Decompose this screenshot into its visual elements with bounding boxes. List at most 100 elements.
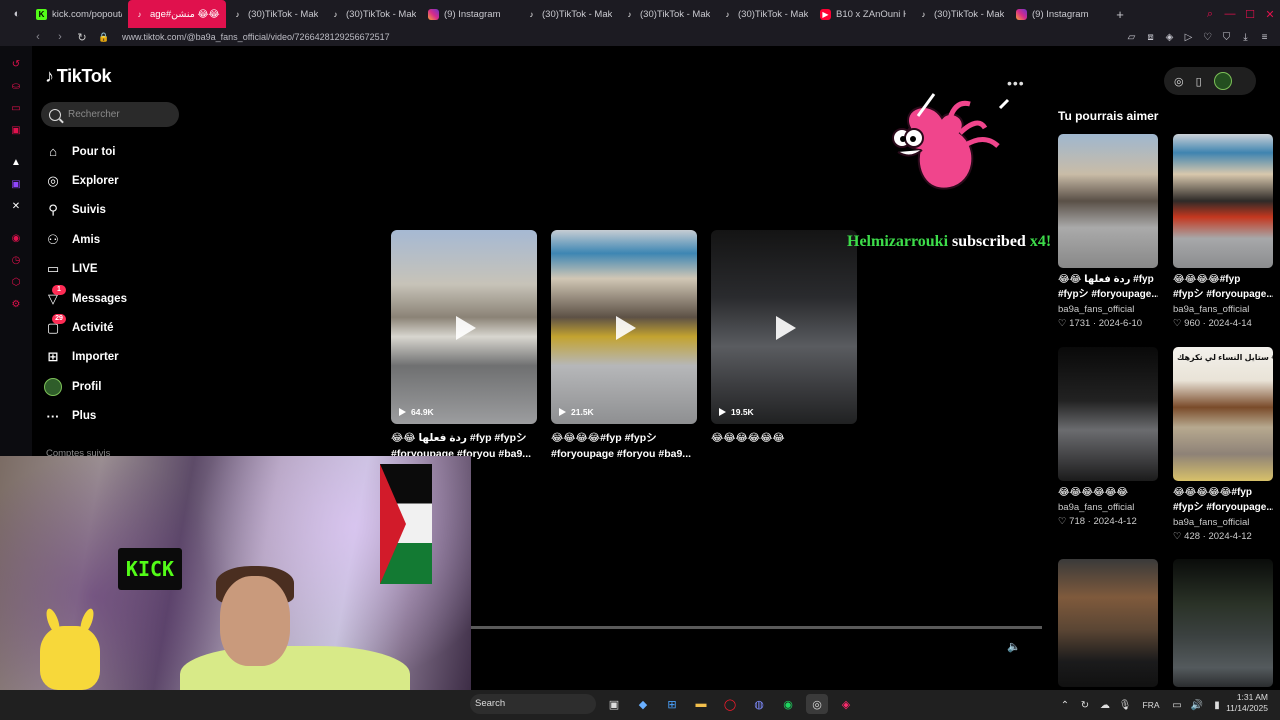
recommend-author[interactable]: ba9a_fans_official (1058, 303, 1158, 317)
display-icon[interactable]: ▭ (1167, 700, 1187, 711)
messenger-icon[interactable]: ▭ (9, 102, 23, 116)
tab-tiktok[interactable]: ♪ (30)TikTok - Make (324, 0, 422, 28)
tab-tiktok[interactable]: ♪ (30)TikTok - Make (618, 0, 716, 28)
device-icon[interactable]: ▯ (1196, 75, 1202, 88)
tab-kick[interactable]: Kkick.com/popout/ (30, 0, 128, 28)
wallet-icon[interactable]: ⛉ (1217, 32, 1236, 43)
recommend-card[interactable]: 😂😂😂😂#fyp #fypシ #foryoupage... ba9a_fans_… (1173, 134, 1273, 330)
nav-item-profile[interactable]: Profil (44, 372, 184, 401)
sync-icon[interactable]: ↻ (1075, 700, 1095, 711)
explorer-icon[interactable]: ▬ (690, 694, 712, 714)
spotify-icon[interactable]: ◉ (777, 694, 799, 714)
tab-instagram[interactable]: (9) Instagram (1010, 0, 1108, 28)
tiktok-logo[interactable]: ♪ TikTok (45, 66, 112, 87)
back-icon[interactable]: ‹ (30, 31, 46, 43)
recommend-author[interactable]: ba9a_fans_official (1173, 303, 1273, 317)
tab-instagram[interactable]: (9) Instagram (422, 0, 520, 28)
video-progress-bar[interactable] (471, 626, 1042, 629)
recommend-thumbnail[interactable] (1058, 559, 1158, 687)
forward-icon[interactable]: › (52, 31, 68, 43)
tab-active-tiktok[interactable]: ♪ age#منشن 😂😂😂😂 (128, 0, 226, 28)
store-icon[interactable]: ⊞ (661, 694, 683, 714)
mic-icon[interactable]: 🎙 (1115, 700, 1135, 711)
volume-icon[interactable]: 🔈 (1007, 640, 1021, 653)
nav-item-upload[interactable]: ⊞ Importer (44, 343, 184, 372)
taskbar-search[interactable]: Search (470, 694, 596, 714)
tab-tiktok[interactable]: ♪ (30)TikTok - Make (716, 0, 814, 28)
avatar[interactable] (1213, 72, 1232, 90)
video-caption[interactable]: 😂😂😂😂#fyp #fypシ #foryoupage #foryou #ba9.… (551, 430, 699, 462)
video-thumbnail[interactable]: 19.5K (711, 230, 857, 424)
tab-youtube[interactable]: ▶ B10 x ZAnOuni H (814, 0, 912, 28)
twitch-icon[interactable]: ▣ (9, 178, 23, 192)
clock-icon[interactable]: ◷ (9, 254, 23, 268)
play-icon[interactable] (776, 316, 796, 340)
player-circle-icon[interactable]: ◉ (9, 232, 23, 246)
tab-tiktok[interactable]: ♪ (30)TikTok - Make (520, 0, 618, 28)
aria-icon[interactable]: ▲ (9, 156, 23, 170)
obs-icon[interactable]: ◎ (806, 694, 828, 714)
speaker-icon[interactable]: 🔊 (1187, 700, 1207, 711)
compass-icon[interactable]: ◎ (1174, 75, 1184, 88)
nav-label: Explorer (72, 175, 119, 188)
cloud-icon[interactable]: ☁ (1095, 700, 1115, 711)
recommend-thumbnail[interactable]: ستايل النساء لي نكرهك 😂😂😂 (1173, 347, 1273, 481)
easy-setup-icon[interactable]: ≡ (1255, 32, 1274, 43)
nav-item-friends[interactable]: ⚇ Amis (44, 225, 184, 254)
new-tab-button[interactable]: + (1108, 0, 1132, 28)
heart-icon[interactable]: ♡ (1198, 32, 1217, 43)
recommend-thumbnail[interactable] (1058, 134, 1158, 268)
news-icon[interactable]: ▣ (9, 124, 23, 138)
close-icon[interactable]: ✕ (1260, 8, 1280, 21)
recommend-thumbnail[interactable] (1173, 559, 1273, 687)
maximize-icon[interactable]: ☐ (1240, 8, 1260, 21)
bag-icon[interactable]: ⛀ (9, 80, 23, 94)
recommend-card[interactable]: 😂😂😂😂😂😂 ba9a_fans_official ♡ 718 · 2024-4… (1058, 347, 1158, 528)
tab-tiktok[interactable]: ♪ (30)TikTok - Make (226, 0, 324, 28)
app-icon[interactable]: ◈ (835, 694, 857, 714)
recommend-card[interactable]: ستايل النساء لي نكرهك 😂😂😂 😂😂😂😂😂#fyp #fyp… (1173, 347, 1273, 543)
search-tabs-icon[interactable]: ⌕ (1200, 8, 1220, 21)
download-icon[interactable]: ⤓ (1236, 32, 1255, 43)
recommend-card[interactable]: 😂😂 ردة فعلها #fyp #fypシ #foryoupage... b… (1058, 134, 1158, 330)
copilot-icon[interactable]: ◆ (632, 694, 654, 714)
reload-icon[interactable]: ↻ (74, 31, 90, 44)
settings-icon[interactable]: ⚙ (9, 298, 23, 312)
video-thumbnail[interactable]: 21.5K (551, 230, 697, 424)
recommend-card[interactable] (1058, 559, 1158, 687)
task-view-icon[interactable]: ▣ (603, 694, 625, 714)
history-icon[interactable]: ↺ (9, 58, 23, 72)
video-caption[interactable]: 😂😂😂😂😂😂 (711, 430, 861, 446)
discord-icon[interactable]: ◍ (748, 694, 770, 714)
opera-icon[interactable]: ◯ (719, 694, 741, 714)
recommend-author[interactable]: ba9a_fans_official (1058, 501, 1158, 515)
video-thumbnail[interactable]: 64.9K (391, 230, 537, 424)
search-input[interactable]: Rechercher (41, 102, 179, 127)
nav-item-live[interactable]: ▭ LIVE (44, 255, 184, 284)
recommend-author[interactable]: ba9a_fans_official (1173, 516, 1273, 530)
play-icon[interactable] (456, 316, 476, 340)
snapshot-icon[interactable]: ⧈ (1141, 32, 1160, 43)
nav-item-messages[interactable]: ▽ 1 Messages (44, 284, 184, 313)
player-icon[interactable]: ▷ (1179, 32, 1198, 43)
nav-item-explore[interactable]: ◎ Explorer (44, 166, 184, 195)
tab-tiktok[interactable]: ♪ (30)TikTok - Make (912, 0, 1010, 28)
nav-item-activity[interactable]: ▢ 29 Activité (44, 313, 184, 342)
cube-icon[interactable]: ⬡ (9, 276, 23, 290)
chevron-up-icon[interactable]: ⌃ (1055, 700, 1075, 711)
language-indicator[interactable]: FRA (1135, 700, 1167, 710)
clock[interactable]: 1:31 AM 11/14/2025 (1224, 692, 1268, 714)
recommend-card[interactable] (1173, 559, 1273, 687)
vpn-icon[interactable]: ◈ (1160, 32, 1179, 43)
nav-item-more[interactable]: ··· Plus (44, 402, 184, 431)
nav-item-for-you[interactable]: ⌂ Pour toi (44, 137, 184, 166)
url-field[interactable]: www.tiktok.com/@ba9a_fans_official/video… (122, 32, 390, 42)
opera-menu-icon[interactable]: ◐ (8, 5, 26, 23)
play-icon[interactable] (616, 316, 636, 340)
bookmark-icon[interactable]: ▱ (1122, 32, 1141, 43)
recommend-thumbnail[interactable] (1173, 134, 1273, 268)
minimize-icon[interactable]: — (1220, 8, 1240, 20)
x-icon[interactable]: ✕ (9, 200, 23, 214)
recommend-thumbnail[interactable] (1058, 347, 1158, 481)
nav-item-following[interactable]: ⚲ Suivis (44, 196, 184, 225)
